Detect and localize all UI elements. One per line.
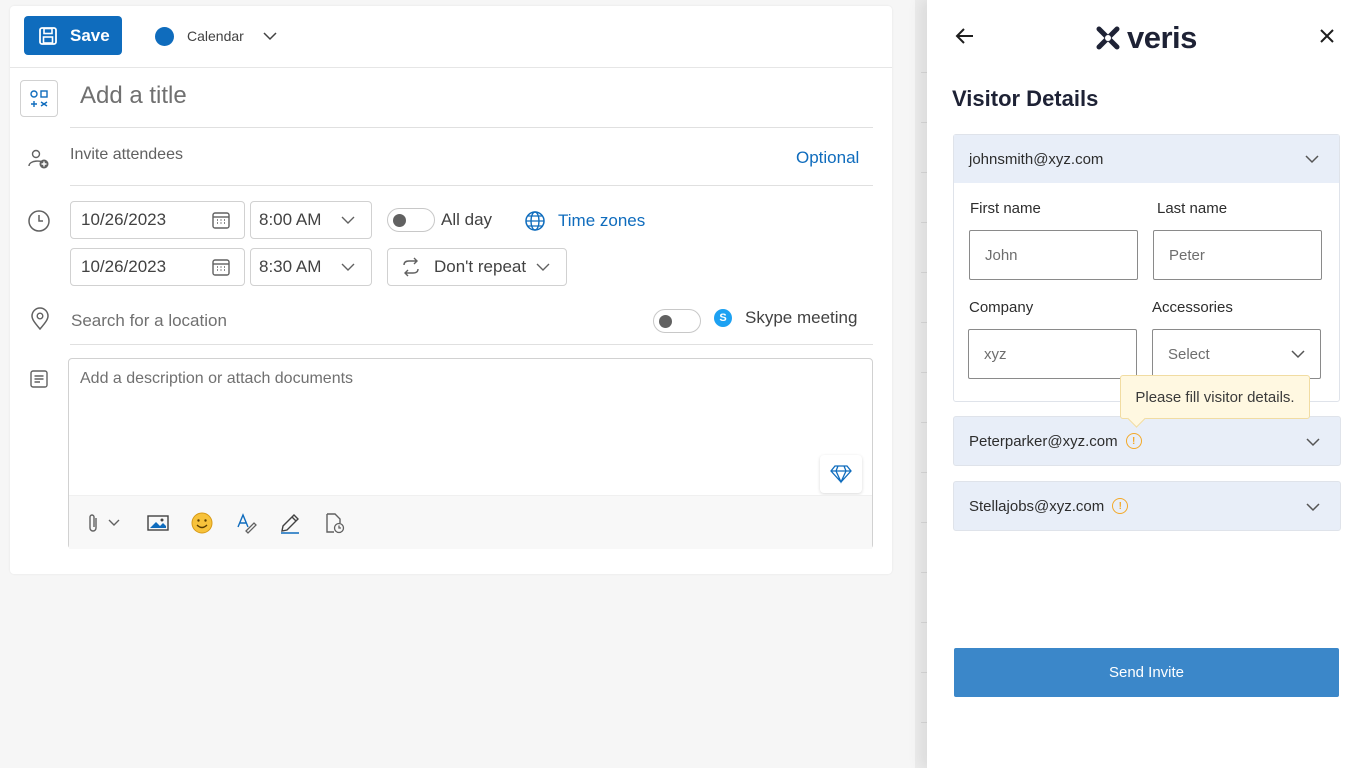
attach-file-button[interactable] xyxy=(85,510,125,536)
event-category-icon[interactable] xyxy=(20,80,58,117)
insert-emoji-button[interactable] xyxy=(189,510,215,536)
format-text-button[interactable] xyxy=(233,510,259,536)
visitor-email: Stellajobs@xyz.com xyxy=(969,497,1105,515)
end-date-field[interactable]: 10/26/2023 xyxy=(70,248,245,286)
divider xyxy=(70,185,873,186)
visitor-email: Peterparker@xyz.com xyxy=(969,432,1118,450)
chevron-down-icon xyxy=(1305,155,1319,164)
back-arrow-icon[interactable] xyxy=(953,24,977,48)
paperclip-icon xyxy=(89,514,120,532)
time-zones-label: Time zones xyxy=(558,211,646,230)
save-icon xyxy=(39,26,57,45)
warning-icon[interactable]: ! xyxy=(1112,498,1129,514)
calendar-icon xyxy=(210,209,232,231)
image-icon xyxy=(147,515,169,531)
compose-toolbar: Save Calendar xyxy=(10,6,892,68)
event-compose-card: Save Calendar Add a title Invite attende… xyxy=(10,6,892,574)
time-zones-button[interactable]: Time zones xyxy=(524,210,645,232)
calendar-color-dot xyxy=(155,26,174,46)
calendar-background xyxy=(915,0,927,768)
calendar-icon xyxy=(210,256,232,278)
validation-tooltip: Please fill visitor details. xyxy=(1120,375,1310,419)
skype-meeting-option: S Skype meeting xyxy=(714,308,857,328)
add-people-icon xyxy=(27,147,51,171)
first-name-label: First name xyxy=(970,200,1041,217)
emoji-icon xyxy=(191,512,213,534)
first-name-input[interactable]: John xyxy=(969,230,1138,280)
text-format-icon xyxy=(237,513,257,534)
chevron-down-icon xyxy=(263,32,277,41)
end-time-field[interactable]: 8:30 AM xyxy=(250,248,372,286)
end-date-value: 10/26/2023 xyxy=(81,257,167,276)
optional-attendees-link[interactable]: Optional xyxy=(796,148,859,168)
skype-meeting-label: Skype meeting xyxy=(745,308,858,327)
visitor-accordion-collapsed[interactable]: Peterparker@xyz.com ! xyxy=(953,416,1341,466)
chevron-down-icon xyxy=(337,256,359,278)
visitor-header[interactable]: johnsmith@xyz.com xyxy=(954,135,1339,183)
chevron-down-icon xyxy=(1306,503,1320,512)
shapes-icon xyxy=(30,89,48,107)
description-editor[interactable]: Add a description or attach documents xyxy=(68,358,873,549)
start-date-field[interactable]: 10/26/2023 xyxy=(70,201,245,239)
accessories-label: Accessories xyxy=(1152,299,1233,316)
skype-meeting-toggle[interactable] xyxy=(653,309,701,333)
divider xyxy=(70,344,873,345)
chevron-down-icon xyxy=(337,209,359,231)
repeat-dropdown[interactable]: Don't repeat xyxy=(387,248,567,286)
visitor-accordion-collapsed[interactable]: Stellajobs@xyz.com ! xyxy=(953,481,1341,531)
all-day-toggle[interactable] xyxy=(387,208,435,232)
visitor-email: johnsmith@xyz.com xyxy=(969,150,1104,168)
save-button[interactable]: Save xyxy=(24,16,122,55)
accessories-select[interactable]: Select xyxy=(1152,329,1321,379)
premium-diamond-button[interactable] xyxy=(820,455,862,493)
save-label: Save xyxy=(70,25,110,45)
warning-icon[interactable]: ! xyxy=(1125,433,1142,449)
send-invite-button[interactable]: Send Invite xyxy=(954,648,1339,697)
insert-loop-button[interactable] xyxy=(321,510,347,536)
last-name-label: Last name xyxy=(1157,200,1228,217)
company-input[interactable]: xyz xyxy=(968,329,1137,379)
veris-logo-text: veris xyxy=(1127,20,1197,55)
description-placeholder: Add a description or attach documents xyxy=(80,370,354,387)
panel-title: Visitor Details xyxy=(952,86,1099,111)
start-date-value: 10/26/2023 xyxy=(81,210,167,229)
location-pin-icon xyxy=(28,307,52,331)
skype-icon: S xyxy=(714,309,732,327)
all-day-label: All day xyxy=(441,210,493,229)
globe-icon xyxy=(525,211,545,231)
divider xyxy=(70,127,873,128)
start-time-value: 8:00 AM xyxy=(259,210,322,229)
calendar-dropdown[interactable]: Calendar xyxy=(155,24,279,48)
calendar-label: Calendar xyxy=(187,28,244,44)
close-icon[interactable] xyxy=(1315,24,1339,48)
pen-icon xyxy=(281,514,299,534)
end-time-value: 8:30 AM xyxy=(259,257,322,276)
repeat-icon xyxy=(400,256,422,278)
title-input[interactable]: Add a title xyxy=(80,82,880,116)
veris-logo: veris xyxy=(1095,20,1197,56)
accessories-value: Select xyxy=(1168,345,1210,363)
start-time-field[interactable]: 8:00 AM xyxy=(250,201,372,239)
veris-logo-mark xyxy=(1096,26,1120,50)
company-label: Company xyxy=(969,299,1034,316)
chevron-down-icon xyxy=(532,256,554,278)
clock-icon xyxy=(27,209,51,233)
description-toolbar xyxy=(69,495,872,549)
last-name-input[interactable]: Peter xyxy=(1153,230,1322,280)
chevron-down-icon xyxy=(1291,350,1305,359)
location-input[interactable]: Search for a location xyxy=(71,311,227,331)
diamond-icon xyxy=(830,465,852,484)
repeat-label: Don't repeat xyxy=(434,257,527,276)
notes-icon xyxy=(27,367,51,391)
attendees-input[interactable]: Invite attendees xyxy=(70,146,183,164)
document-clock-icon xyxy=(326,513,345,534)
insert-picture-button[interactable] xyxy=(145,510,171,536)
draw-button[interactable] xyxy=(277,510,303,536)
visitor-accordion-expanded: johnsmith@xyz.com First name Last name J… xyxy=(953,134,1340,402)
chevron-down-icon xyxy=(1306,438,1320,447)
